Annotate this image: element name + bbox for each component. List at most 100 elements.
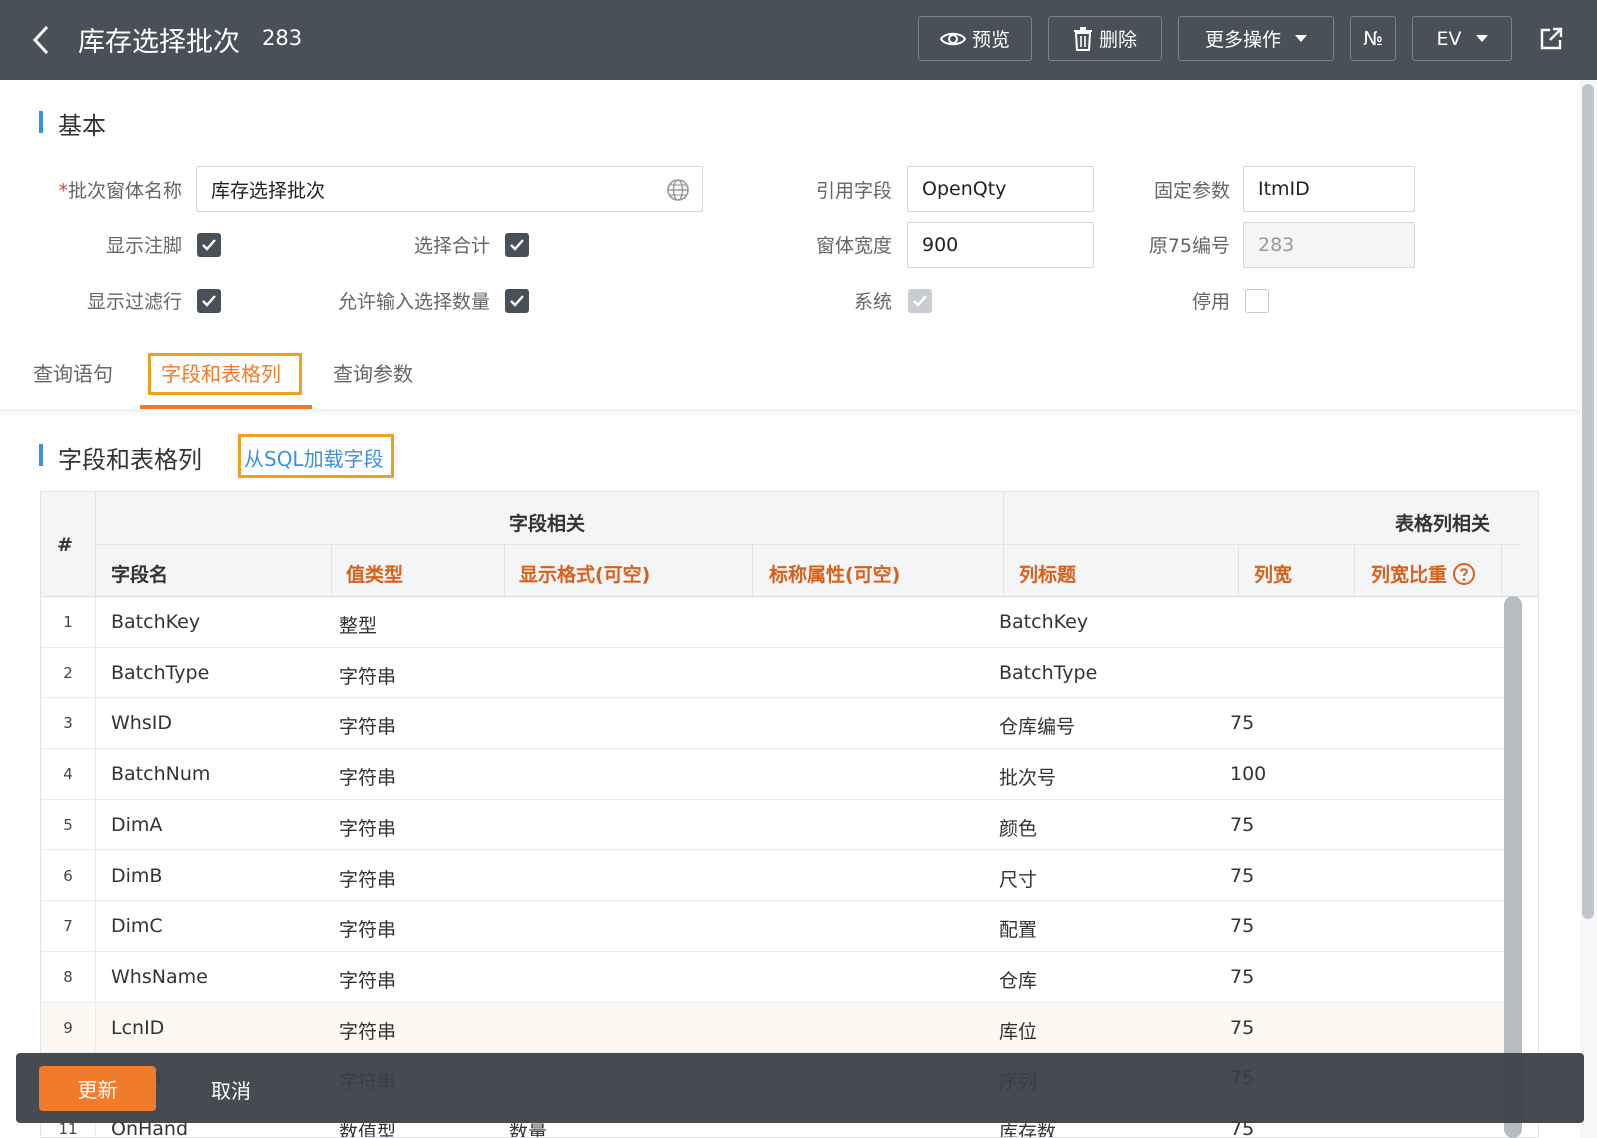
- value-type-cell[interactable]: 字符串: [339, 712, 396, 739]
- table-row[interactable]: 3 WhsID 字符串 仓库编号 75: [41, 698, 1520, 750]
- update-button[interactable]: 更新: [39, 1066, 156, 1111]
- column-width-cell[interactable]: 75: [1230, 966, 1254, 988]
- check-icon: [913, 295, 927, 307]
- column-title-cell[interactable]: 批次号: [999, 763, 1056, 790]
- tab-query-params[interactable]: 查询参数: [333, 358, 413, 387]
- col-header-width-ratio[interactable]: 列宽比重: [1371, 560, 1476, 587]
- number-button[interactable]: №: [1350, 16, 1396, 61]
- window-width-input[interactable]: 900: [907, 222, 1094, 268]
- value-type-cell[interactable]: 字符串: [339, 915, 396, 942]
- tab-fields-and-columns[interactable]: 字段和表格列: [161, 358, 281, 387]
- value-type-cell[interactable]: 字符串: [339, 865, 396, 892]
- cancel-button[interactable]: 取消: [211, 1075, 251, 1104]
- col-header-value-type[interactable]: 值类型: [346, 560, 403, 587]
- delete-button[interactable]: 删除: [1048, 16, 1162, 61]
- field-name-cell[interactable]: DimA: [111, 814, 162, 836]
- header-divider: [752, 544, 753, 596]
- load-from-sql-link[interactable]: 从SQL加载字段: [244, 443, 384, 472]
- table-row[interactable]: 1 BatchKey 整型 BatchKey: [41, 597, 1520, 648]
- number-label: №: [1363, 27, 1383, 50]
- index-column-divider: [95, 901, 96, 951]
- open-external-button[interactable]: [1530, 16, 1572, 61]
- show-footer-checkbox[interactable]: [197, 233, 221, 257]
- allow-input-qty-label: 允许输入选择数量: [337, 291, 490, 313]
- col-header-display-format[interactable]: 显示格式(可空): [519, 560, 650, 587]
- back-button[interactable]: [26, 22, 56, 58]
- field-name-cell[interactable]: LcnID: [111, 1017, 164, 1039]
- column-width-cell[interactable]: 100: [1230, 763, 1266, 785]
- table-row[interactable]: 8 WhsName 字符串 仓库 75: [41, 951, 1520, 1003]
- delete-label: 删除: [1098, 29, 1137, 51]
- index-column-divider: [95, 850, 96, 901]
- preview-label: 预览: [971, 29, 1010, 51]
- value-type-cell[interactable]: 字符串: [339, 1017, 396, 1044]
- field-name-cell[interactable]: WhsID: [111, 712, 172, 734]
- column-title-cell[interactable]: 仓库编号: [999, 712, 1075, 739]
- header-divider: [331, 544, 332, 596]
- caret-down-icon: [1475, 35, 1488, 42]
- column-title-cell[interactable]: 颜色: [999, 814, 1037, 841]
- column-width-cell[interactable]: 75: [1230, 814, 1254, 836]
- index-column-divider: [95, 698, 96, 749]
- table-row[interactable]: 4 BatchNum 字符串 批次号 100: [41, 749, 1520, 800]
- system-checkbox: [908, 289, 932, 313]
- more-actions-dropdown[interactable]: 更多操作: [1178, 16, 1334, 61]
- select-total-checkbox[interactable]: [505, 233, 529, 257]
- preview-button[interactable]: 预览: [918, 16, 1032, 61]
- field-name-cell[interactable]: WhsName: [111, 966, 208, 988]
- table-row[interactable]: 9 LcnID 字符串 库位 75: [41, 1002, 1520, 1054]
- orig75-value: 283: [1258, 234, 1295, 256]
- column-title-cell[interactable]: 库位: [999, 1017, 1037, 1044]
- fixed-param-label: 固定参数: [1153, 180, 1230, 202]
- tab-query-statement[interactable]: 查询语句: [33, 358, 113, 387]
- row-index: 5: [63, 815, 73, 834]
- disabled-checkbox[interactable]: [1245, 289, 1269, 313]
- column-title-cell[interactable]: BatchKey: [999, 611, 1088, 633]
- field-name-cell[interactable]: BatchNum: [111, 763, 210, 785]
- eye-icon: [939, 32, 966, 45]
- index-header: #: [57, 534, 73, 556]
- col-header-nominal-attr[interactable]: 标称属性(可空): [769, 560, 900, 587]
- field-name-cell[interactable]: DimC: [111, 915, 163, 937]
- field-name-cell[interactable]: BatchKey: [111, 611, 200, 633]
- help-icon[interactable]: [1452, 562, 1476, 586]
- index-column-divider: [95, 951, 96, 1002]
- value-type-cell[interactable]: 字符串: [339, 814, 396, 841]
- table-row[interactable]: 2 BatchType 字符串 BatchType: [41, 647, 1520, 699]
- check-icon: [510, 295, 524, 307]
- column-title-cell[interactable]: BatchType: [999, 662, 1097, 684]
- col-header-column-width[interactable]: 列宽: [1254, 560, 1292, 587]
- table-row[interactable]: 7 DimC 字符串 配置 75: [41, 901, 1520, 952]
- header-divider: [95, 544, 1520, 545]
- value-type-cell[interactable]: 字符串: [339, 966, 396, 993]
- column-width-cell[interactable]: 75: [1230, 1017, 1254, 1039]
- row-index: 4: [63, 765, 73, 784]
- row-index: 6: [63, 866, 73, 885]
- column-title-cell[interactable]: 仓库: [999, 966, 1037, 993]
- fixed-param-input[interactable]: ItmID: [1243, 166, 1415, 212]
- value-type-cell[interactable]: 字符串: [339, 662, 396, 689]
- column-title-cell[interactable]: 尺寸: [999, 865, 1037, 892]
- value-type-cell[interactable]: 整型: [339, 611, 377, 638]
- ev-dropdown[interactable]: EV: [1412, 16, 1512, 61]
- column-title-cell[interactable]: 配置: [999, 915, 1037, 942]
- batch-window-name-input[interactable]: 库存选择批次: [196, 166, 703, 212]
- table-row[interactable]: 6 DimB 字符串 尺寸 75: [41, 850, 1520, 902]
- page-scrollbar[interactable]: [1582, 84, 1594, 919]
- orig75-input: 283: [1243, 222, 1415, 268]
- table-row[interactable]: 5 DimA 字符串 颜色 75: [41, 799, 1520, 851]
- column-width-cell[interactable]: 75: [1230, 712, 1254, 734]
- field-name-cell[interactable]: DimB: [111, 865, 162, 887]
- header-divider: [504, 544, 505, 596]
- value-type-cell[interactable]: 字符串: [339, 763, 396, 790]
- globe-icon[interactable]: [666, 178, 690, 202]
- column-width-cell[interactable]: 75: [1230, 915, 1254, 937]
- ref-field-input[interactable]: OpenQty: [907, 166, 1094, 212]
- allow-input-qty-checkbox[interactable]: [505, 289, 529, 313]
- col-header-field-name[interactable]: 字段名: [111, 560, 168, 587]
- show-filter-checkbox[interactable]: [197, 289, 221, 313]
- top-bar: 库存选择批次 283 预览 删除 更多操作 № EV: [0, 0, 1597, 80]
- column-width-cell[interactable]: 75: [1230, 865, 1254, 887]
- col-header-column-title[interactable]: 列标题: [1019, 560, 1076, 587]
- field-name-cell[interactable]: BatchType: [111, 662, 209, 684]
